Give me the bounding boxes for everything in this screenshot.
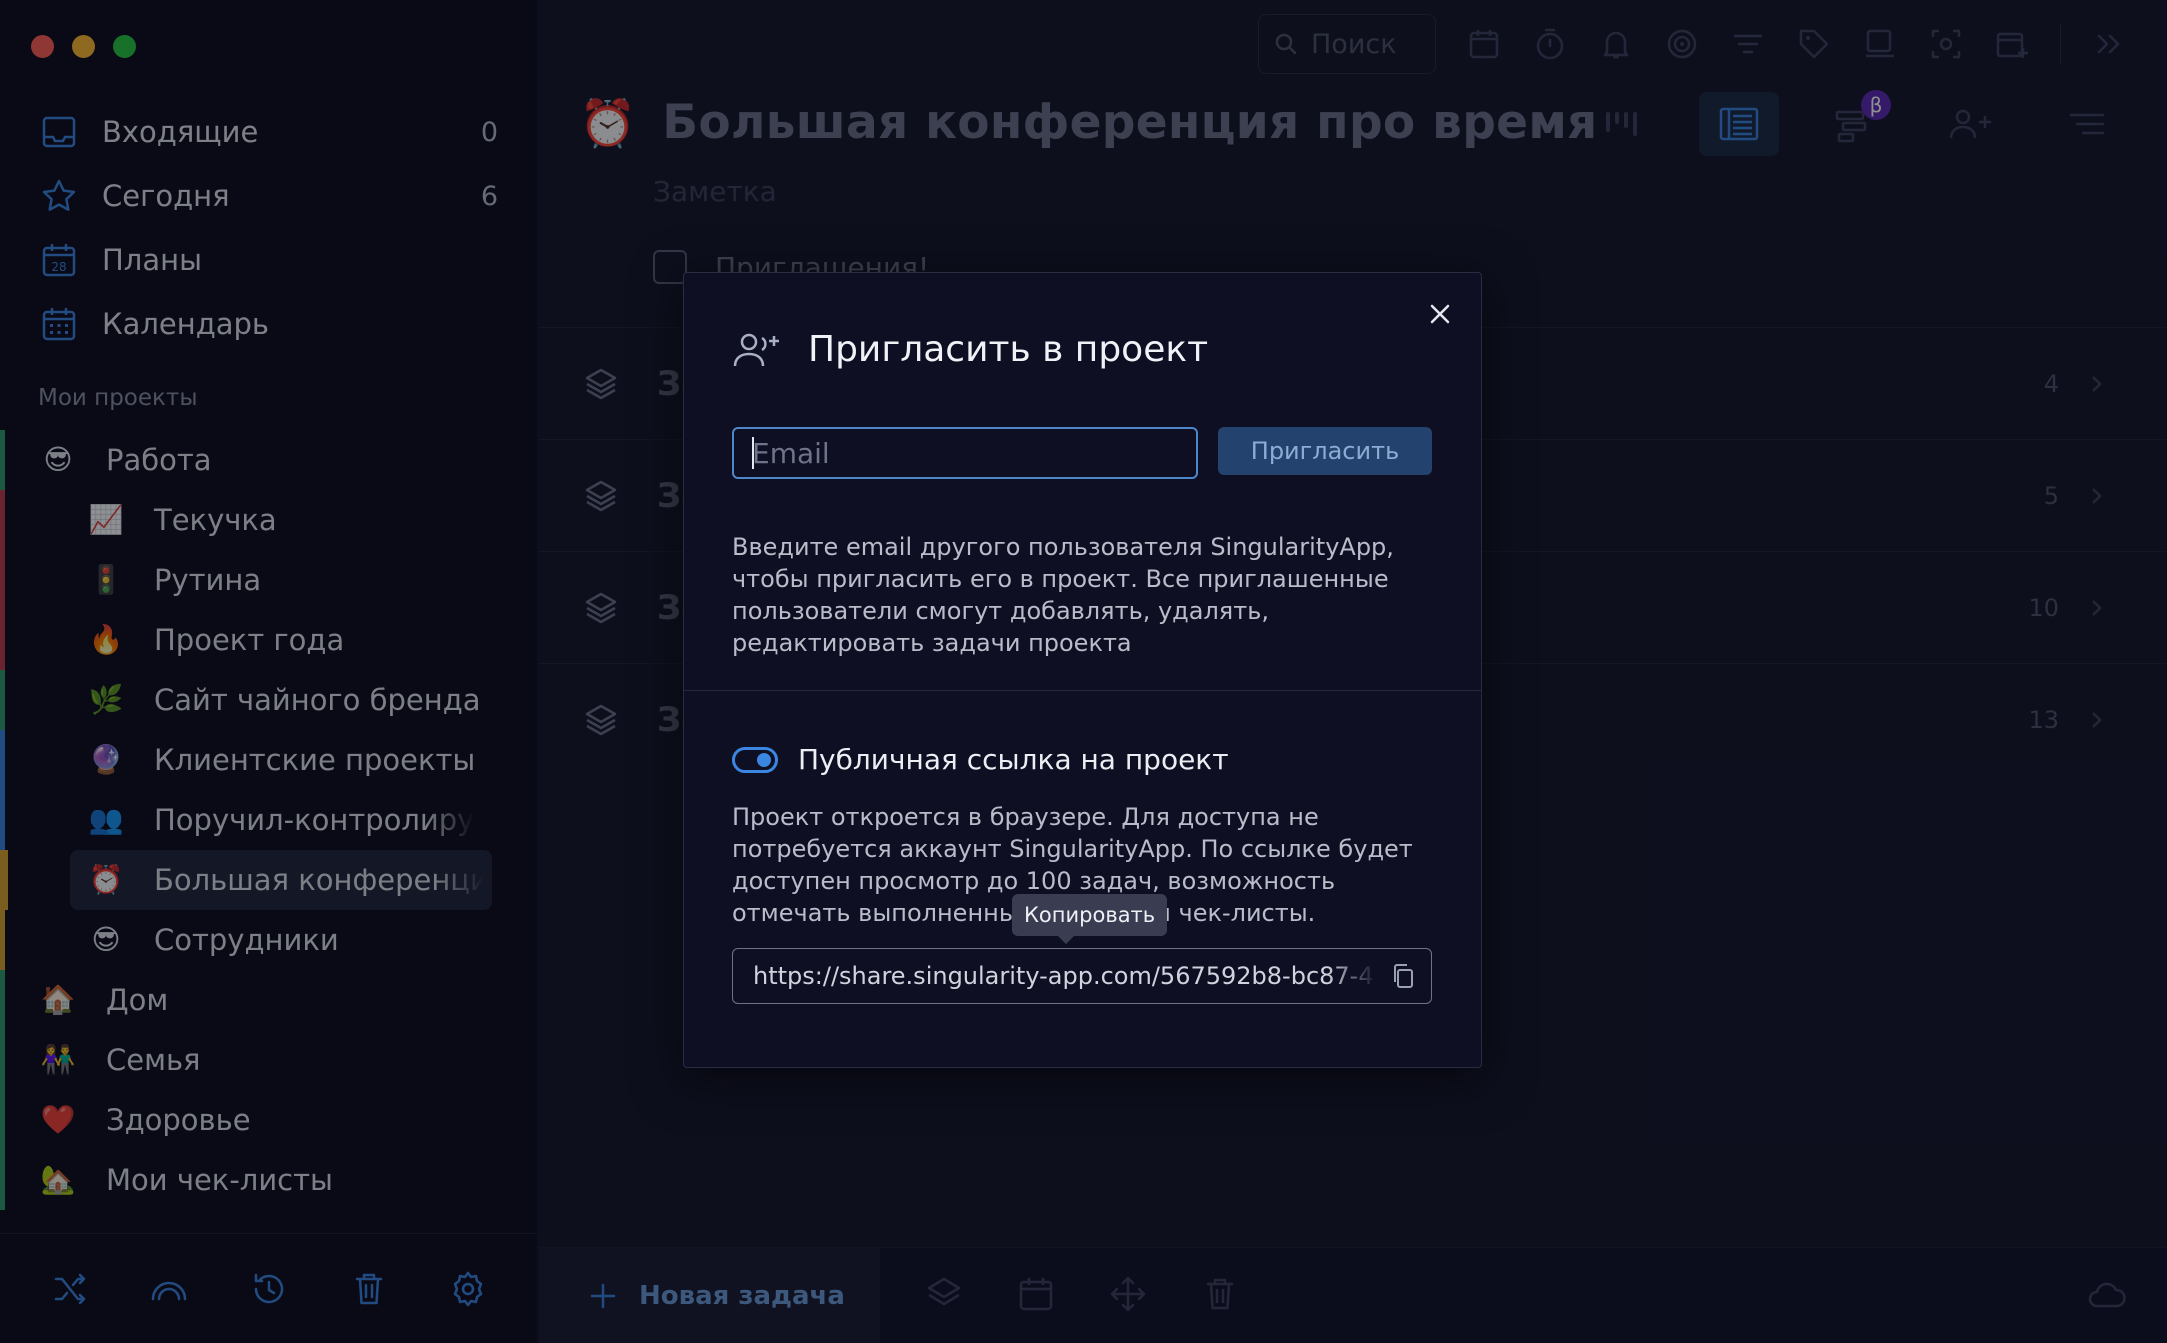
- public-link-toggle[interactable]: [732, 746, 778, 773]
- public-link-label: Публичная ссылка на проект: [798, 743, 1229, 776]
- public-link-toggle-row: Публичная ссылка на проект: [732, 743, 1229, 776]
- close-icon[interactable]: [1425, 299, 1455, 329]
- copy-tooltip: Копировать: [1012, 894, 1168, 944]
- copy-icon[interactable]: [1389, 962, 1417, 990]
- section-divider: [684, 690, 1481, 691]
- invite-description: Введите email другого пользователя Singu…: [732, 533, 1394, 657]
- text-caret: [752, 437, 754, 469]
- share-link-field[interactable]: https://share.singularity-app.com/567592…: [732, 948, 1432, 1004]
- invite-button[interactable]: Пригласить: [1218, 427, 1432, 475]
- email-field[interactable]: [732, 427, 1198, 479]
- dialog-title: Пригласить в проект: [808, 329, 1209, 370]
- dialog-header: Пригласить в проект: [732, 329, 1208, 370]
- add-user-icon: [733, 333, 779, 366]
- share-link-text[interactable]: https://share.singularity-app.com/567592…: [753, 962, 1377, 990]
- invite-dialog: Пригласить в проект Пригласить Введите e…: [683, 272, 1482, 1068]
